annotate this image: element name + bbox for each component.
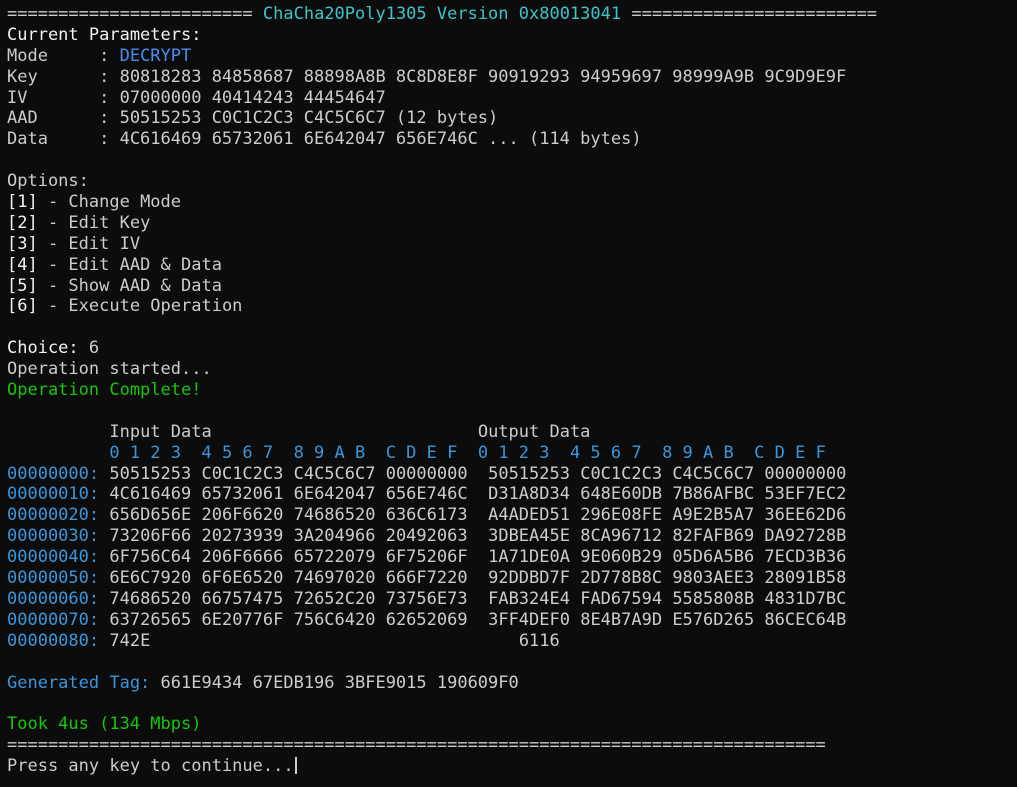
row-output: 3DBEA45E 8CA96712 82FAFB69 DA92728B (488, 526, 847, 547)
header-line: ======================== ChaCha20Poly130… (7, 4, 1012, 25)
option-key: [3] (7, 233, 38, 254)
mode-value: DECRYPT (119, 45, 192, 66)
tag-label: Generated Tag: (7, 672, 161, 693)
option-key: [4] (7, 254, 38, 275)
row-offset: 00000010: (7, 484, 100, 505)
row-output: A4ADED51 296E08FE A9E2B5A7 36EE62D6 (488, 505, 847, 526)
option-edit-iv[interactable]: [3] - Edit IV (7, 234, 1012, 255)
row-input: 63726565 6E20776F 756C6420 62652069 (109, 609, 468, 630)
row-offset: 00000070: (7, 609, 100, 630)
input-column-header: 0 1 2 3 4 5 6 7 8 9 A B C D E F (109, 442, 458, 463)
table-row: 00000030: 73206F66 20273939 3A204966 204… (7, 526, 1012, 547)
table-row: 00000060: 74686520 66757475 72652C20 737… (7, 589, 1012, 610)
table-row: 00000000: 50515253 C0C1C2C3 C4C5C6C7 000… (7, 464, 1012, 485)
option-label: - Change Mode (37, 192, 182, 213)
table-row: 00000020: 656D656E 206F6620 74686520 636… (7, 505, 1012, 526)
table-row: 00000080: 742E 6116 (7, 631, 1012, 652)
table-row: 00000070: 63726565 6E20776F 756C6420 626… (7, 610, 1012, 631)
option-label: - Edit AAD & Data (37, 254, 222, 275)
row-output: 92DDBD7F 2D778B8C 9803AEE3 28091B58 (488, 568, 847, 589)
hex-dump-rows: 00000000: 50515253 C0C1C2C3 C4C5C6C7 000… (7, 464, 1012, 652)
row-input: 73206F66 20273939 3A204966 20492063 (109, 526, 468, 547)
header-rule-left: ======================== (7, 4, 253, 24)
row-input: 50515253 C0C1C2C3 C4C5C6C7 00000000 (109, 463, 468, 484)
data-line: Data : 4C616469 65732061 6E642047 656E74… (7, 129, 642, 150)
row-offset: 00000050: (7, 568, 100, 589)
option-show-aad-data[interactable]: [5] - Show AAD & Data (7, 276, 1012, 297)
row-output: D31A8D34 648E60DB 7B86AFBC 53EF7EC2 (488, 484, 847, 505)
table-row: 00000050: 6E6C7920 6F6E6520 74697020 666… (7, 568, 1012, 589)
row-offset: 00000080: (7, 630, 100, 651)
iv-line: IV : 07000000 40414243 44454647 (7, 87, 386, 108)
option-label: - Edit Key (37, 212, 151, 233)
row-input: 74686520 66757475 72652C20 73756E73 (109, 588, 468, 609)
options-list: [1] - Change Mode [2] - Edit Key [3] - E… (7, 192, 1012, 317)
dump-column-header: 0 1 2 3 4 5 6 7 8 9 A B C D E F 0 1 2 3 … (7, 443, 1012, 464)
option-key: [1] (7, 192, 38, 213)
timing-line: Took 4us (134 Mbps) (7, 714, 202, 735)
option-key: [2] (7, 212, 38, 233)
header-rule-right: ======================== (631, 4, 878, 24)
table-row: 00000010: 4C616469 65732061 6E642047 656… (7, 484, 1012, 505)
tag-line: Generated Tag: 661E9434 67EDB196 3BFE901… (7, 673, 1012, 694)
row-input: 656D656E 206F6620 74686520 636C6173 (109, 505, 468, 526)
mode-label: Mode : (7, 45, 120, 66)
choice-label: Choice: (7, 338, 89, 359)
tag-value: 661E9434 67EDB196 3BFE9015 190609F0 (160, 672, 519, 693)
row-output: 50515253 C0C1C2C3 C4C5C6C7 00000000 (488, 463, 847, 484)
choice-line[interactable]: Choice: 6 (7, 338, 1012, 359)
option-edit-aad-data[interactable]: [4] - Edit AAD & Data (7, 255, 1012, 276)
row-output: 6116 (518, 630, 560, 651)
row-output: 1A71DE0A 9E060B29 05D6A5B6 7ECD3B36 (488, 547, 847, 568)
row-offset: 00000040: (7, 547, 100, 568)
operation-complete: Operation Complete! (7, 380, 202, 401)
choice-value: 6 (88, 338, 100, 359)
params-heading: Current Parameters: (7, 24, 202, 45)
dump-titles: Input Data Output Data (7, 422, 1012, 443)
option-key: [6] (7, 296, 38, 317)
option-edit-key[interactable]: [2] - Edit Key (7, 213, 1012, 234)
operation-started: Operation started... (7, 359, 212, 380)
input-data-title: Input Data (109, 421, 212, 442)
option-key: [5] (7, 275, 38, 296)
option-label: - Show AAD & Data (37, 275, 222, 296)
prompt-text: Press any key to continue... (7, 756, 294, 777)
console-window: ======================== ChaCha20Poly130… (7, 4, 1012, 777)
output-column-header: 0 1 2 3 4 5 6 7 8 9 A B C D E F (477, 442, 826, 463)
option-execute[interactable]: [6] - Execute Operation (7, 296, 1012, 317)
option-change-mode[interactable]: [1] - Change Mode (7, 192, 1012, 213)
option-label: - Edit IV (37, 233, 141, 254)
row-output: 3FF4DEF0 8E4B7A9D E576D265 86CEC64B (488, 609, 847, 630)
row-output: FAB324E4 FAD67594 5585808B 4831D7BC (488, 588, 847, 609)
row-input: 6E6C7920 6F6E6520 74697020 666F7220 (109, 568, 468, 589)
key-line: Key : 80818283 84858687 88898A8B 8C8D8E8… (7, 66, 847, 87)
row-offset: 00000060: (7, 588, 100, 609)
options-heading: Options: (7, 171, 89, 192)
row-offset: 00000030: (7, 526, 100, 547)
row-input: 742E (109, 630, 151, 651)
text-cursor (294, 757, 297, 775)
row-offset: 00000000: (7, 463, 100, 484)
table-row: 00000040: 6F756C64 206F6666 65722079 6F7… (7, 547, 1012, 568)
row-offset: 00000020: (7, 505, 100, 526)
app-title: ChaCha20Poly1305 Version 0x80013041 (262, 4, 622, 24)
footer-rule: ========================================… (7, 735, 826, 756)
mode-line: Mode : DECRYPT (7, 46, 1012, 67)
output-data-title: Output Data (477, 421, 591, 442)
row-input: 6F756C64 206F6666 65722079 6F75206F (109, 547, 468, 568)
row-input: 4C616469 65732061 6E642047 656E746C (109, 484, 468, 505)
continue-prompt[interactable]: Press any key to continue... (7, 756, 1012, 777)
aad-line: AAD : 50515253 C0C1C2C3 C4C5C6C7 (12 byt… (7, 108, 499, 129)
option-label: - Execute Operation (37, 296, 243, 317)
